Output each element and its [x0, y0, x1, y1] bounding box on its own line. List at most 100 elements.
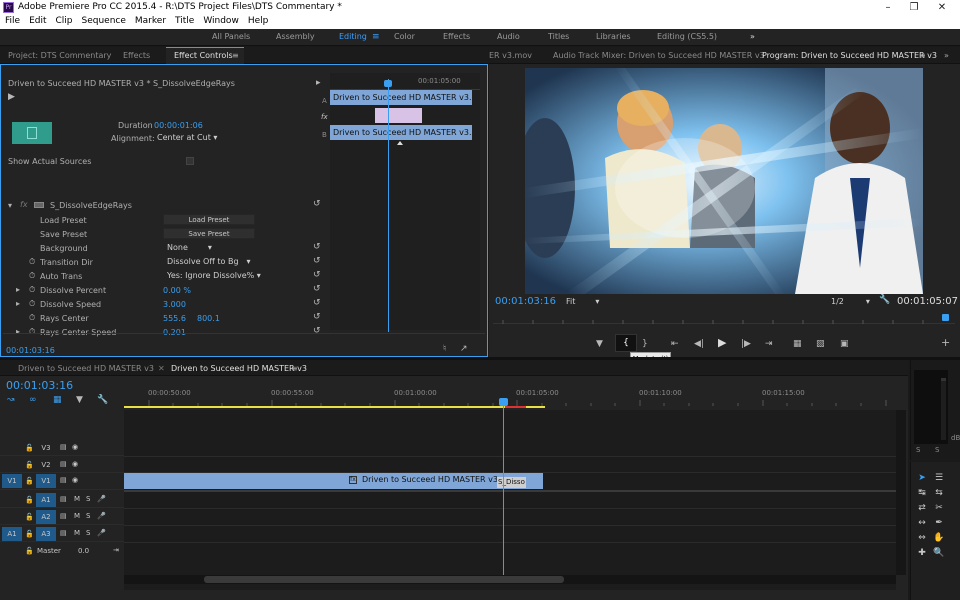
export-frame-icon[interactable]: ▣: [840, 339, 849, 349]
track-name-a1[interactable]: A1: [36, 493, 56, 507]
selection-tool-icon[interactable]: ➤: [916, 472, 928, 484]
workspace-titles[interactable]: Titles: [548, 32, 569, 41]
lift-icon[interactable]: ▦: [793, 339, 802, 349]
menu-title[interactable]: Title: [170, 15, 198, 26]
zoom-out-tool-icon[interactable]: ✚: [916, 547, 928, 559]
program-playhead-time[interactable]: 00:01:03:16: [495, 296, 556, 307]
workspace-editing[interactable]: Editing: [339, 32, 367, 41]
timeline-playhead-line[interactable]: [503, 400, 504, 575]
mute-button[interactable]: M: [74, 512, 80, 520]
eye-icon[interactable]: ◉: [72, 443, 78, 451]
workspace-assembly[interactable]: Assembly: [276, 32, 315, 41]
ec-clip-a[interactable]: Driven to Succeed HD MASTER v3.mov: [330, 90, 472, 105]
workspace-editing-cs55[interactable]: Editing (CS5.5): [657, 32, 717, 41]
reset-auto-trans-icon[interactable]: ↺: [313, 270, 321, 280]
mark-out-icon[interactable]: }: [642, 339, 648, 349]
workspace-menu-icon[interactable]: ≡: [372, 32, 380, 42]
lock-icon[interactable]: 🔓: [25, 513, 34, 521]
ec-clip-b[interactable]: Driven to Succeed HD MASTER v3.mov: [330, 125, 472, 140]
go-to-in-icon[interactable]: ⇤: [671, 339, 679, 349]
show-sources-checkbox[interactable]: [186, 157, 194, 165]
tab-sequence-1[interactable]: Driven to Succeed HD MASTER v3: [18, 364, 154, 373]
tab-effect-controls[interactable]: Effect Controls: [174, 51, 233, 60]
transition-marker[interactable]: S_Disso: [497, 477, 526, 488]
ec-playhead-line[interactable]: [388, 79, 389, 332]
snap-icon[interactable]: ↝: [7, 395, 15, 405]
tab-audio-track-mixer[interactable]: Audio Track Mixer: Driven to Succeed HD …: [553, 51, 765, 60]
menu-edit[interactable]: Edit: [24, 15, 50, 26]
fit-dropdown[interactable]: Fit ▾: [566, 297, 599, 306]
timeline-horizontal-scrollbar[interactable]: [124, 575, 896, 584]
stopwatch-icon[interactable]: ⏱: [29, 327, 35, 337]
razor-tool-icon[interactable]: ✂: [933, 502, 945, 514]
step-back-icon[interactable]: ◀|: [694, 339, 704, 349]
alignment-dropdown[interactable]: Center at Cut ▾: [157, 133, 217, 142]
tab-effects[interactable]: Effects: [123, 51, 150, 60]
reset-background-icon[interactable]: ↺: [313, 242, 321, 252]
sync-lock-icon[interactable]: ▤: [60, 460, 67, 468]
add-marker-icon[interactable]: ▼: [596, 339, 603, 349]
filter-icon[interactable]: ♮: [443, 344, 446, 354]
step-forward-icon[interactable]: |▶: [741, 339, 751, 349]
track-name-v2[interactable]: V2: [36, 458, 56, 472]
meter-solo-right[interactable]: S: [935, 446, 939, 454]
microphone-icon[interactable]: 🎤: [97, 512, 106, 520]
collapse-arrow-icon[interactable]: ▸: [316, 78, 321, 88]
reset-dissolve-speed-icon[interactable]: ↺: [313, 298, 321, 308]
zoom-tool-icon[interactable]: 🔍: [933, 547, 945, 559]
program-video-frame[interactable]: [525, 68, 923, 294]
expand-arrow-icon[interactable]: ▸: [16, 299, 20, 308]
tab-close-icon[interactable]: ✕: [158, 364, 165, 373]
linked-selection-icon[interactable]: ∞: [29, 395, 37, 405]
save-preset-button[interactable]: Save Preset: [163, 228, 255, 239]
tab-source[interactable]: ER v3.mov: [489, 51, 532, 60]
play-icon[interactable]: ▶: [718, 337, 726, 348]
dissolve-percent-value[interactable]: 0.00 %: [163, 286, 191, 295]
extract-icon[interactable]: ▧: [816, 339, 825, 349]
timeline-playhead-handle[interactable]: [499, 398, 508, 406]
expand-arrow-icon[interactable]: ▸: [16, 285, 20, 294]
ec-current-time[interactable]: 00:01:03:16: [6, 346, 55, 355]
menu-clip[interactable]: Clip: [51, 15, 77, 26]
track-area[interactable]: [124, 410, 896, 590]
reset-effect-icon[interactable]: ↺: [313, 199, 321, 209]
microphone-icon[interactable]: 🎤: [97, 495, 106, 503]
stopwatch-icon[interactable]: ⏱: [29, 257, 35, 267]
lock-icon[interactable]: 🔓: [25, 547, 34, 555]
program-scrub-ruler[interactable]: [493, 313, 955, 324]
eye-icon[interactable]: ◉: [72, 460, 78, 468]
workspace-overflow-icon[interactable]: »: [750, 32, 755, 41]
work-area-bar[interactable]: [124, 406, 545, 408]
lock-icon[interactable]: 🔓: [25, 496, 34, 504]
timeline-current-time[interactable]: 00:01:03:16: [6, 379, 73, 392]
background-dropdown[interactable]: None ▾: [167, 243, 212, 252]
go-to-out-icon[interactable]: ⇥: [765, 339, 773, 349]
expand-arrow-icon[interactable]: ▸: [16, 327, 20, 336]
rays-center-y-value[interactable]: 800.1: [197, 314, 220, 323]
timeline-ruler-ticks[interactable]: [124, 398, 904, 406]
rate-stretch-tool-icon[interactable]: ⇄: [916, 502, 928, 514]
menu-help[interactable]: Help: [243, 15, 273, 26]
reset-rays-center-icon[interactable]: ↺: [313, 312, 321, 322]
sync-lock-icon[interactable]: ▤: [60, 476, 67, 484]
pen-tool-icon[interactable]: ✒: [933, 517, 945, 529]
workspace-audio[interactable]: Audio: [497, 32, 520, 41]
v1-clip[interactable]: fx Driven to Succeed HD MASTER v3.mov: [124, 473, 543, 489]
tab-overflow-icon[interactable]: »: [944, 51, 949, 60]
menu-marker[interactable]: Marker: [130, 15, 170, 26]
solo-button[interactable]: S: [86, 529, 90, 537]
add-marker-icon[interactable]: ▦: [53, 395, 62, 405]
workspace-libraries[interactable]: Libraries: [596, 32, 631, 41]
auto-trans-dropdown[interactable]: Yes: Ignore Dissolve% ▾: [167, 271, 261, 280]
stopwatch-icon[interactable]: ⏱: [29, 285, 35, 295]
solo-button[interactable]: S: [86, 512, 90, 520]
source-patch-a1[interactable]: A1: [2, 527, 22, 541]
tab-menu-icon[interactable]: ≡: [232, 51, 239, 60]
reset-dissolve-percent-icon[interactable]: ↺: [313, 284, 321, 294]
rolling-edit-tool-icon[interactable]: ⇆: [933, 487, 945, 499]
close-icon[interactable]: ✕: [930, 0, 954, 15]
load-preset-button[interactable]: Load Preset: [163, 214, 255, 225]
reset-transition-dir-icon[interactable]: ↺: [313, 256, 321, 266]
lock-icon[interactable]: 🔓: [25, 530, 34, 538]
solo-button[interactable]: S: [86, 495, 90, 503]
